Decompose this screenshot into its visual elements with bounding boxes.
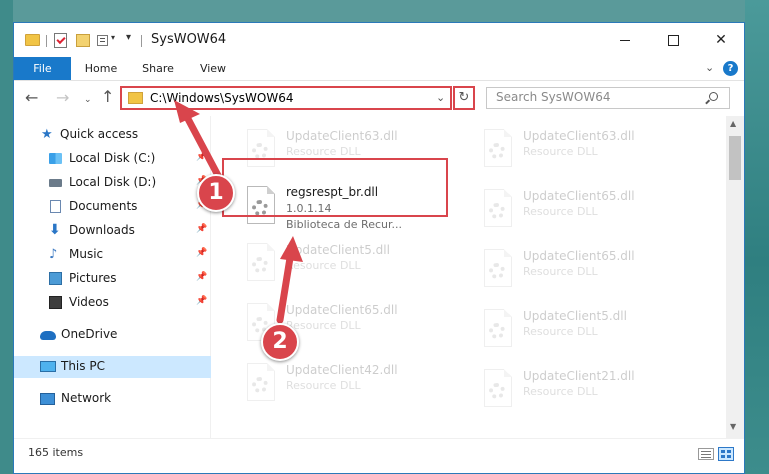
step-2-badge: 2 (261, 323, 299, 361)
step-1-badge: 1 (197, 174, 235, 212)
arrow-to-file (276, 236, 303, 324)
annotation-arrows (174, 100, 303, 324)
arrow-to-address-bar (174, 100, 226, 187)
